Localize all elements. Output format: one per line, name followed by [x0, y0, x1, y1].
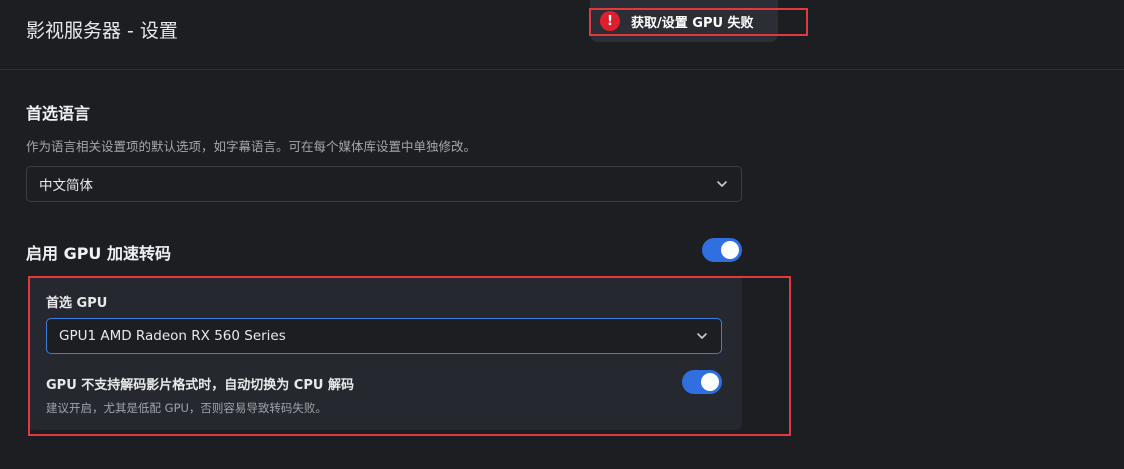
preferred-gpu-select[interactable]: GPU1 AMD Radeon RX 560 Series — [46, 318, 722, 354]
toggle-knob — [701, 373, 719, 391]
error-toast-message: 获取/设置 GPU 失败 — [631, 16, 754, 31]
language-section-title: 首选语言 — [26, 104, 91, 123]
chevron-down-icon — [717, 181, 727, 187]
language-description: 作为语言相关设置项的默认选项，如字幕语言。可在每个媒体库设置中单独修改。 — [26, 139, 477, 154]
language-select[interactable]: 中文简体 — [26, 166, 742, 202]
preferred-gpu-value: GPU1 AMD Radeon RX 560 Series — [59, 328, 286, 344]
gpu-section-title: 启用 GPU 加速转码 — [26, 244, 171, 263]
page-header: 影视服务器 - 设置 — [0, 0, 1124, 70]
gpu-acceleration-toggle[interactable] — [702, 238, 742, 262]
page-title: 影视服务器 - 设置 — [26, 20, 178, 42]
cpu-fallback-label: GPU 不支持解码影片格式时，自动切换为 CPU 解码 — [46, 378, 354, 393]
language-select-value: 中文简体 — [39, 178, 93, 194]
cpu-fallback-toggle[interactable] — [682, 370, 722, 394]
toggle-knob — [721, 241, 739, 259]
cpu-fallback-description: 建议开启，尤其是低配 GPU，否则容易导致转码失败。 — [46, 401, 327, 415]
preferred-gpu-label: 首选 GPU — [46, 296, 108, 311]
settings-page: 影视服务器 - 设置 ! 获取/设置 GPU 失败 首选语言 作为语言相关设置项… — [0, 0, 1124, 469]
error-icon: ! — [600, 11, 620, 31]
chevron-down-icon — [697, 333, 707, 339]
